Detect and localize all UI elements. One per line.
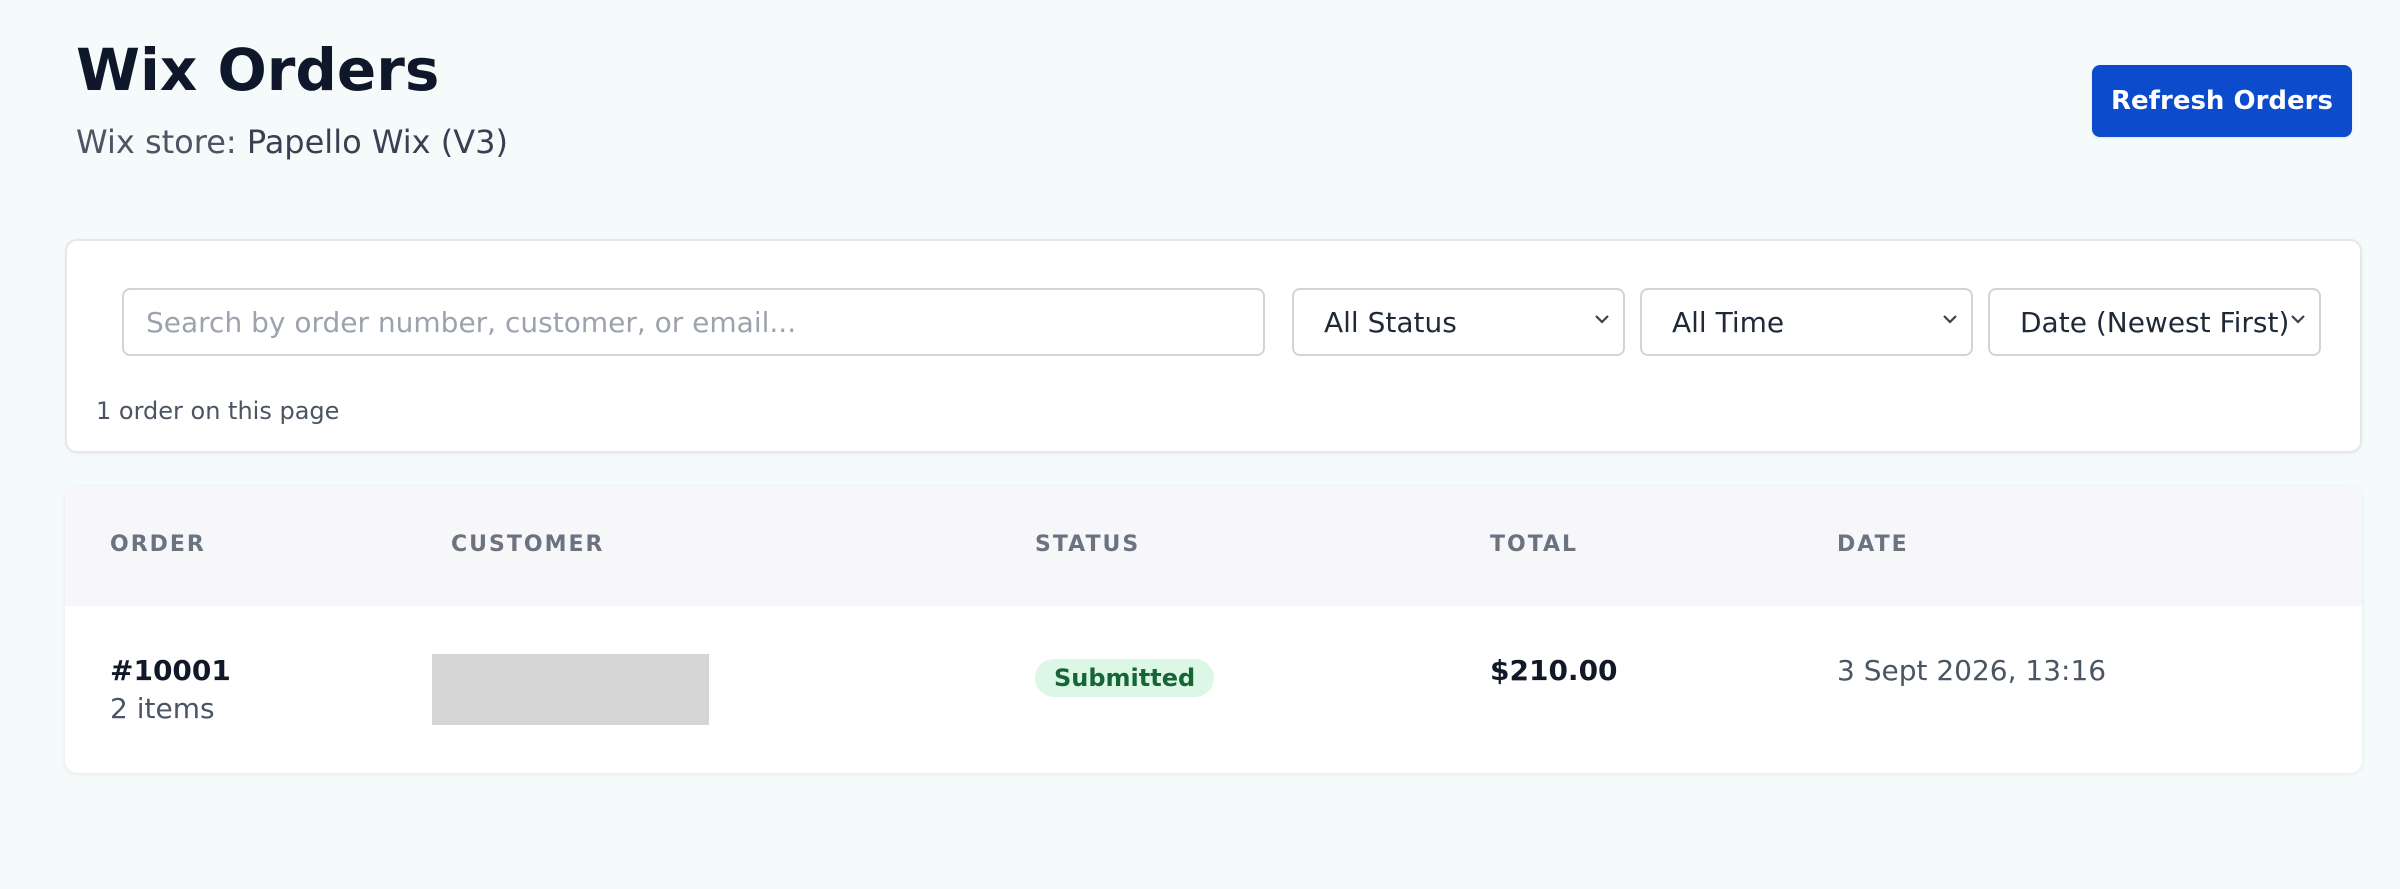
order-number[interactable]: #10001	[110, 654, 231, 687]
filter-panel: All Status All Time Date (Newest First) …	[65, 239, 2362, 453]
orders-page: Wix Orders Wix store: Papello Wix (V3) R…	[0, 0, 2400, 889]
time-filter-value: All Time	[1672, 305, 1785, 339]
order-date: 3 Sept 2026, 13:16	[1837, 654, 2107, 687]
store-label: Wix store:	[76, 123, 247, 161]
chevron-down-icon	[2291, 315, 2305, 324]
column-header-date[interactable]: DATE	[1837, 532, 1909, 557]
sort-select[interactable]: Date (Newest First)	[1988, 288, 2321, 356]
column-header-order[interactable]: ORDER	[110, 532, 206, 557]
table-header: ORDER CUSTOMER STATUS TOTAL DATE	[65, 486, 2362, 606]
store-subtitle: Wix store: Papello Wix (V3)	[76, 120, 508, 164]
column-header-total[interactable]: TOTAL	[1490, 532, 1578, 557]
status-filter-value: All Status	[1324, 305, 1457, 339]
order-count-text: 1 order on this page	[96, 397, 340, 425]
order-total: $210.00	[1490, 654, 1618, 687]
customer-redacted-block	[432, 654, 709, 725]
status-badge: Submitted	[1035, 659, 1215, 697]
column-header-customer[interactable]: CUSTOMER	[451, 532, 604, 557]
order-item-count: 2 items	[110, 692, 215, 725]
refresh-orders-button[interactable]: Refresh Orders	[2092, 65, 2352, 137]
search-input[interactable]	[122, 288, 1265, 356]
orders-table: ORDER CUSTOMER STATUS TOTAL DATE #10001 …	[65, 486, 2362, 773]
store-name: Papello Wix (V3)	[246, 123, 508, 161]
status-filter-select[interactable]: All Status	[1292, 288, 1625, 356]
chevron-down-icon	[1595, 315, 1609, 324]
chevron-down-icon	[1943, 315, 1957, 324]
page-title: Wix Orders	[76, 36, 440, 104]
column-header-status[interactable]: STATUS	[1035, 532, 1140, 557]
time-filter-select[interactable]: All Time	[1640, 288, 1973, 356]
sort-value: Date (Newest First)	[2020, 305, 2290, 339]
